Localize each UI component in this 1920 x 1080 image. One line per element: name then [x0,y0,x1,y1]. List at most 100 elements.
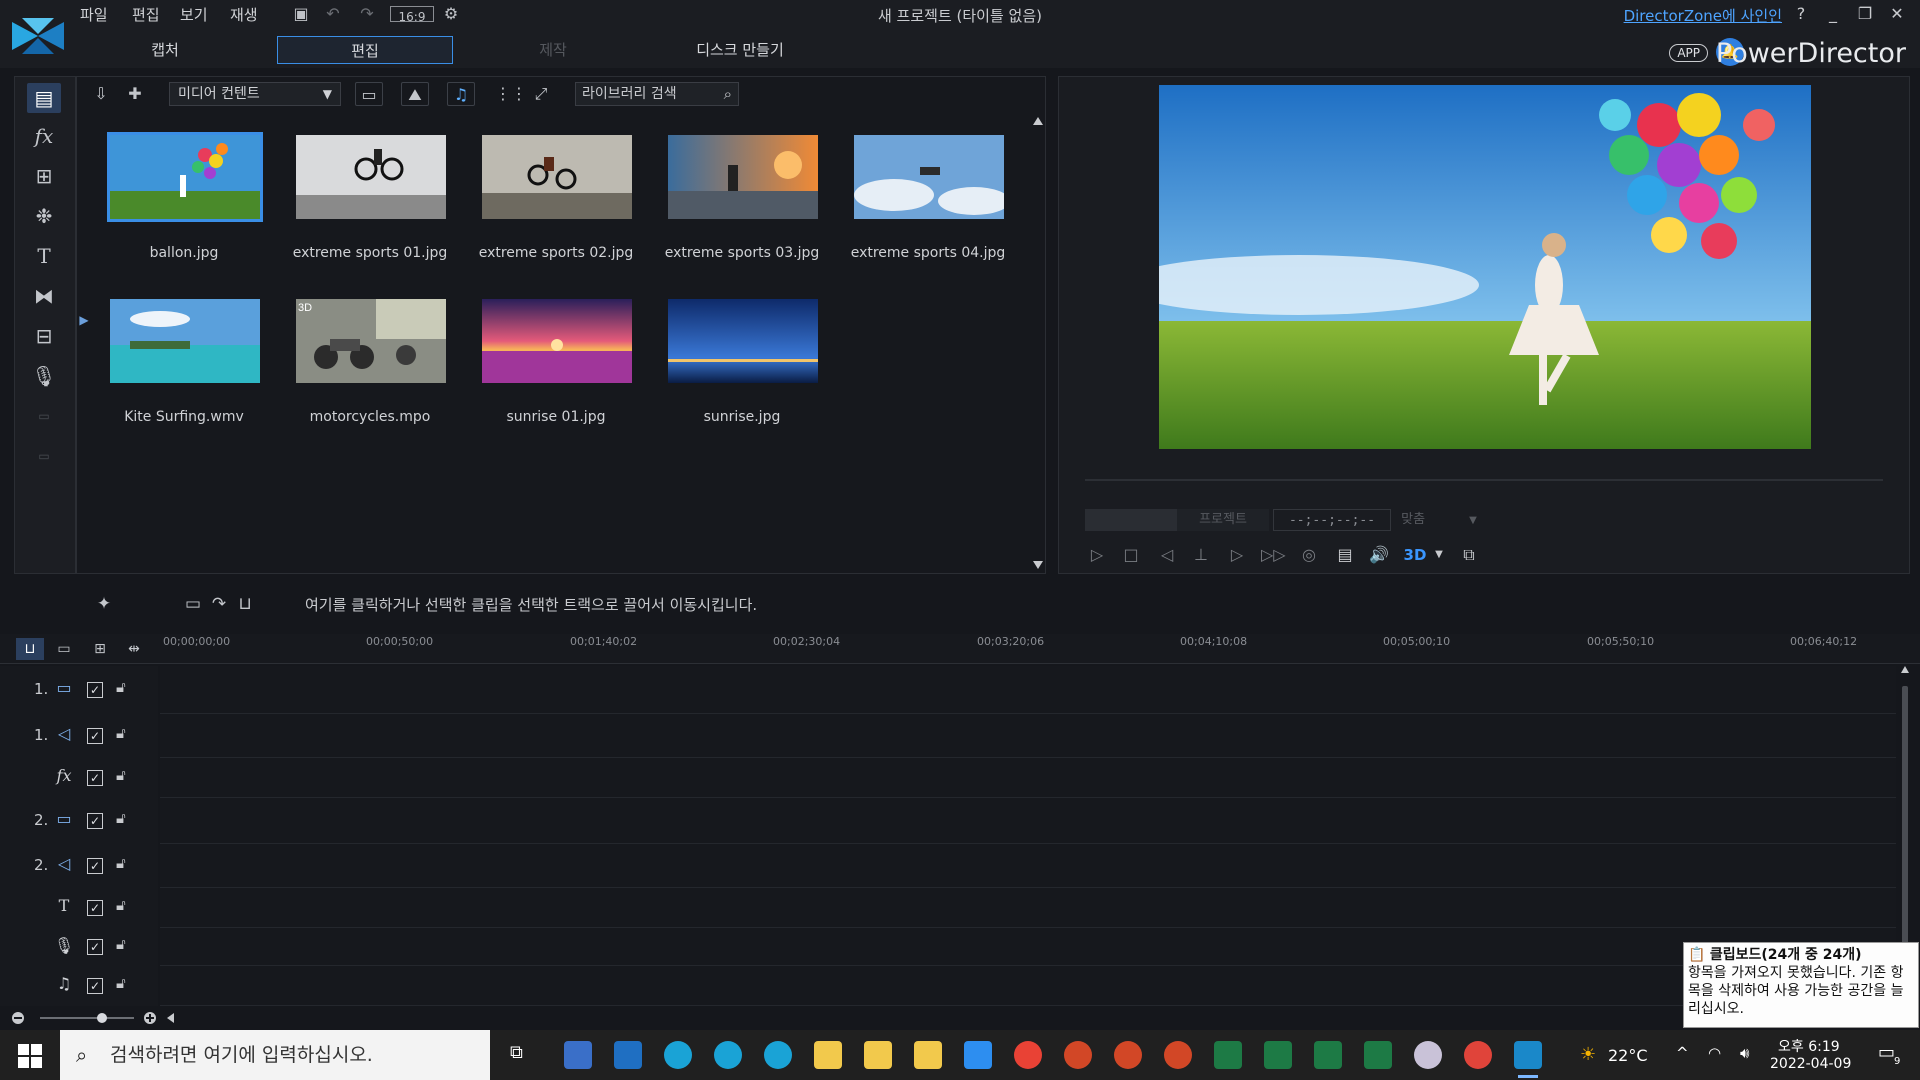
lock-icon[interactable]: 🔓︎ [116,935,126,953]
volume-icon[interactable]: 🔊 [1367,543,1391,567]
track-row[interactable]: 2. ▭ ✓ 🔓︎ [0,798,1896,844]
library-item[interactable]: extreme sports 04.jpg [848,135,1008,285]
chevron-down-icon[interactable]: ▼ [1427,543,1451,567]
insert-track-icon[interactable]: ▭ [180,594,206,616]
previous-frame-icon[interactable]: ◁ [1155,543,1179,567]
help-icon[interactable]: ? [1790,4,1812,23]
fx-room-icon[interactable]: fx [27,121,61,151]
audio-mixing-room-icon[interactable]: ⊟ [27,321,61,351]
preview-timeline-slider[interactable] [1085,479,1883,481]
transition-room-icon[interactable]: ⧓ [27,281,61,311]
powerpoint-app-icon[interactable] [1064,1041,1092,1069]
powerpoint-app-icon[interactable] [1164,1041,1192,1069]
clip-mode-segment[interactable] [1085,509,1177,531]
track-row[interactable]: 1. ▭ ✓ 🔓︎ [0,666,1896,714]
media-room-icon[interactable]: ▤ [27,83,61,113]
temperature[interactable]: 22°C [1608,1046,1648,1065]
timeline-view-icon[interactable]: ⊔ [16,638,44,660]
track-enable-checkbox[interactable]: ✓ [87,813,103,829]
paint-app-icon[interactable] [1414,1041,1442,1069]
timeline-ruler[interactable]: ⊔ ▭ ⊞ ⇹ 00;00;00;00 00;00;50;00 00;01;40… [0,634,1920,664]
track-enable-checkbox[interactable]: ✓ [87,939,103,955]
library-item[interactable]: ballon.jpg [104,132,264,285]
track-row[interactable]: fx ✓ 🔓︎ [0,758,1896,798]
lock-icon[interactable]: 🔓︎ [116,678,126,696]
directorzone-signin-link[interactable]: DirectorZone에 사인인 [1624,5,1782,26]
voiceover-room-icon[interactable]: 🎙 [27,361,61,391]
menu-file[interactable]: 파일 [80,4,108,25]
clock-time[interactable]: 오후 6:19 [1778,1036,1840,1056]
app-badge[interactable]: APP [1669,44,1708,62]
restore-button[interactable]: ❐ [1854,4,1876,23]
chrome-app-icon[interactable] [1014,1041,1042,1069]
fit-timeline-icon[interactable]: ⇹ [120,638,148,660]
menu-play[interactable]: 재생 [230,4,258,25]
excel-app-icon[interactable] [1264,1041,1292,1069]
track-lane[interactable] [160,844,1896,888]
import-media-icon[interactable]: ⇩ [87,82,115,106]
file-explorer-icon[interactable] [864,1041,892,1069]
magic-tools-icon[interactable]: ✦ [92,594,116,616]
track-lane[interactable] [160,666,1896,714]
track-row[interactable]: T ✓ 🔓︎ [0,888,1896,928]
particle-room-icon[interactable]: ❉ [27,201,61,231]
edge-app-icon[interactable] [764,1041,792,1069]
track-lane[interactable] [160,928,1896,966]
view-grid-icon[interactable]: ⋮⋮ [495,82,527,106]
track-enable-checkbox[interactable]: ✓ [87,728,103,744]
expand-icon[interactable]: ⤢ [527,82,555,106]
project-mode-segment[interactable]: 프로젝트 [1177,509,1269,531]
overwrite-icon[interactable]: ↷ [206,594,232,616]
outlook-app-icon[interactable] [614,1041,642,1069]
library-scrollbar[interactable] [1031,115,1045,571]
tab-edit[interactable]: 편집 [277,36,453,64]
taskbar-search-input[interactable]: ⌕ 검색하려면 여기에 입력하십시오. [60,1030,490,1080]
edge-app-icon[interactable] [664,1041,692,1069]
track-lane[interactable] [160,966,1896,1006]
filter-image-icon[interactable]: ⛰ [401,82,429,106]
pip-room-icon[interactable]: ⊞ [27,161,61,191]
collapse-arrow-icon[interactable]: ▶ [77,305,91,335]
redo-icon[interactable]: ↷ [356,4,378,24]
menu-edit[interactable]: 편집 [132,4,160,25]
media-content-dropdown[interactable]: 미디어 컨텐트 ▼ [169,82,341,106]
save-icon[interactable]: ▣ [290,4,312,24]
track-lane[interactable] [160,798,1896,844]
split-icon[interactable]: ⊥ [1189,543,1213,567]
fast-forward-icon[interactable]: ▷▷ [1261,543,1286,567]
menu-view[interactable]: 보기 [180,4,208,25]
notification-center-icon[interactable]: ▭ [1878,1042,1895,1063]
track-enable-checkbox[interactable]: ✓ [87,978,103,994]
excel-app-icon[interactable] [1314,1041,1342,1069]
library-item[interactable]: Kite Surfing.wmv [104,299,264,449]
powerpoint-app-icon[interactable] [1114,1041,1142,1069]
tab-create-disc[interactable]: 디스크 만들기 [652,36,828,64]
filter-audio-icon[interactable]: ♫ [447,82,475,106]
library-item[interactable]: extreme sports 03.jpg [662,135,822,285]
track-row[interactable]: ♫ ✓ 🔓︎ [0,966,1896,1006]
lock-icon[interactable]: 🔓︎ [116,896,126,914]
track-manager-icon[interactable]: ⊞ [86,638,114,660]
next-frame-icon[interactable]: ▷ [1225,543,1249,567]
store-app-icon[interactable] [964,1041,992,1069]
task-view-icon[interactable]: ⧉ [510,1042,523,1063]
track-lane[interactable] [160,888,1896,928]
preview-window[interactable] [1159,85,1811,449]
tab-capture[interactable]: 캡처 [77,36,253,64]
volume-icon[interactable]: 🔊︎ [1740,1044,1749,1062]
undo-icon[interactable]: ↶ [322,4,344,24]
media-app-icon[interactable] [1464,1041,1492,1069]
photos-app-icon[interactable] [564,1041,592,1069]
weather-icon[interactable]: ☀ [1580,1044,1596,1065]
close-button[interactable]: ✕ [1886,4,1908,23]
timecode-display[interactable]: --;--;--;-- [1273,509,1391,531]
track-lane[interactable] [160,758,1896,798]
track-enable-checkbox[interactable]: ✓ [87,858,103,874]
lock-icon[interactable]: 🔓︎ [116,766,126,784]
file-explorer-icon[interactable] [914,1041,942,1069]
windows-start-icon[interactable] [18,1044,42,1068]
filter-video-icon[interactable]: ▭ [355,82,383,106]
play-icon[interactable]: ▷ [1085,543,1109,567]
chevron-up-icon[interactable]: ^ [1676,1044,1689,1062]
track-enable-checkbox[interactable]: ✓ [87,900,103,916]
